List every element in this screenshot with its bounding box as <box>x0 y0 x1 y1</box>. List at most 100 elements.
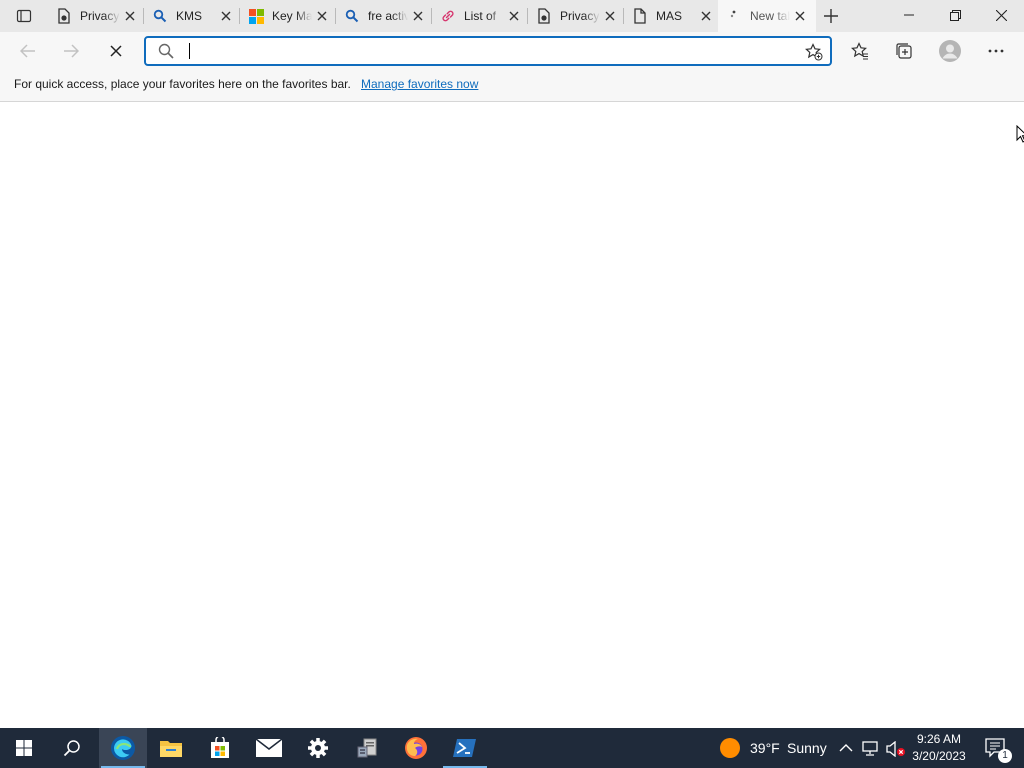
close-tab-icon[interactable] <box>218 8 234 24</box>
collections-button[interactable] <box>889 36 919 66</box>
avatar-icon <box>939 40 961 62</box>
text-caret <box>189 43 190 59</box>
close-tab-icon[interactable] <box>122 8 138 24</box>
powershell-icon <box>453 739 476 757</box>
tab-title: fre activation <box>368 9 408 23</box>
weather-temperature[interactable]: 39°F <box>750 740 780 756</box>
tab-title: Privacy <box>80 9 120 23</box>
tab-kms[interactable]: KMS <box>144 0 240 32</box>
close-tab-icon[interactable] <box>410 8 426 24</box>
browser-window: Privacy KMS Key Management <box>0 0 1024 768</box>
search-icon <box>158 43 174 59</box>
forward-button[interactable] <box>56 36 86 66</box>
weather-sun-icon <box>720 738 740 758</box>
favorites-bar: For quick access, place your favorites h… <box>0 70 1024 102</box>
tab-mas[interactable]: MAS <box>624 0 720 32</box>
search-icon <box>152 8 168 24</box>
address-input[interactable] <box>186 41 786 61</box>
favorites-bar-message: For quick access, place your favorites h… <box>14 77 351 91</box>
minimize-icon <box>904 14 914 16</box>
tab-privacy-2[interactable]: Privacy <box>528 0 624 32</box>
taskbar-file-explorer[interactable] <box>147 728 195 768</box>
taskbar-server-manager[interactable] <box>343 728 391 768</box>
mouse-cursor-icon <box>1016 125 1024 143</box>
restore-button[interactable] <box>932 0 978 30</box>
tab-title: KMS <box>176 9 203 23</box>
taskbar-search-button[interactable] <box>48 728 96 768</box>
more-dots-icon <box>988 49 1004 53</box>
close-tab-icon[interactable] <box>506 8 522 24</box>
settings-more-button[interactable] <box>981 36 1011 66</box>
store-icon <box>211 737 229 758</box>
clock-date: 3/20/2023 <box>912 749 966 763</box>
tab-title: Privacy <box>560 9 600 23</box>
action-center-button[interactable]: 1 <box>976 728 1016 768</box>
volume-muted-icon[interactable] <box>886 741 906 757</box>
tab-title: MAS <box>656 9 683 23</box>
loading-icon <box>726 8 742 24</box>
doc-lock-icon <box>536 8 552 24</box>
add-favorite-button[interactable] <box>804 42 824 62</box>
taskbar-edge[interactable] <box>99 728 147 768</box>
address-bar[interactable] <box>144 36 832 66</box>
manage-favorites-link[interactable]: Manage favorites now <box>361 77 478 91</box>
clock-time: 9:26 AM <box>916 732 962 746</box>
tab-title: New tab <box>750 9 790 23</box>
taskbar-powershell[interactable] <box>441 728 489 768</box>
back-button[interactable] <box>13 36 43 66</box>
network-icon[interactable] <box>862 741 880 757</box>
tab-title: Key Management <box>272 9 312 23</box>
edge-icon <box>111 736 135 760</box>
new-tab-button[interactable] <box>817 3 845 29</box>
arrow-right-icon <box>64 44 79 58</box>
mail-icon <box>256 739 282 757</box>
link-icon <box>440 8 456 24</box>
favorites-button[interactable] <box>845 36 875 66</box>
doc-lock-icon <box>56 8 72 24</box>
close-tab-icon[interactable] <box>698 8 714 24</box>
arrow-left-icon <box>20 44 35 58</box>
search-icon <box>344 8 360 24</box>
taskbar-settings[interactable] <box>294 728 342 768</box>
tab-key-management[interactable]: Key Management <box>240 0 336 32</box>
document-icon <box>632 8 648 24</box>
tab-actions-icon <box>16 9 32 23</box>
collections-icon <box>896 43 912 59</box>
microsoft-logo-icon <box>248 8 264 24</box>
taskbar-store[interactable] <box>196 728 244 768</box>
tab-title: List of <box>464 9 497 23</box>
stop-loading-button[interactable] <box>101 36 131 66</box>
stop-icon <box>110 45 122 57</box>
start-icon <box>16 740 32 756</box>
tab-list-of[interactable]: List of <box>432 0 528 32</box>
settings-icon <box>308 738 328 758</box>
tab-fre-activation[interactable]: fre activation <box>336 0 432 32</box>
close-tab-icon[interactable] <box>792 8 808 24</box>
close-tab-icon[interactable] <box>314 8 330 24</box>
taskbar-firefox[interactable] <box>392 728 440 768</box>
tab-actions-button[interactable] <box>6 3 42 29</box>
file-explorer-icon <box>160 741 182 757</box>
taskbar: 39°F Sunny 9:26 AM 3/20/2023 1 <box>0 728 1024 768</box>
clock[interactable]: 9:26 AM 3/20/2023 <box>906 731 972 765</box>
taskbar-mail[interactable] <box>245 728 293 768</box>
tab-privacy[interactable]: Privacy <box>48 0 144 32</box>
plus-icon <box>824 9 838 23</box>
notification-count-badge: 1 <box>998 749 1012 763</box>
page-content[interactable] <box>0 103 1024 728</box>
tab-new-tab[interactable]: New tab <box>718 0 816 32</box>
favorites-star-icon <box>851 42 868 60</box>
navigation-toolbar <box>0 32 1024 70</box>
profile-button[interactable] <box>935 36 965 66</box>
close-tab-icon[interactable] <box>602 8 618 24</box>
minimize-button[interactable] <box>886 0 932 30</box>
restore-icon <box>949 9 961 21</box>
weather-condition[interactable]: Sunny <box>787 740 827 756</box>
close-icon <box>995 9 1007 21</box>
close-window-button[interactable] <box>978 0 1024 30</box>
firefox-icon <box>405 737 427 759</box>
chevron-up-icon[interactable] <box>839 743 853 752</box>
search-icon <box>63 740 80 757</box>
start-button[interactable] <box>0 728 48 768</box>
tab-strip: Privacy KMS Key Management <box>0 0 1024 32</box>
